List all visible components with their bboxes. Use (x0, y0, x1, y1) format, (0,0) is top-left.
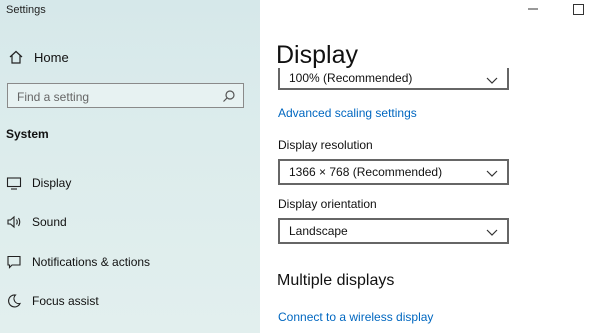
sidebar: Settings Home System Display Sound Notif… (0, 0, 260, 333)
chevron-down-icon (486, 226, 498, 236)
sidebar-item-label: Sound (32, 215, 67, 229)
multiple-displays-title: Multiple displays (277, 272, 395, 289)
orientation-value: Landscape (289, 224, 348, 238)
sidebar-home-label: Home (34, 49, 69, 65)
search-input[interactable] (8, 84, 229, 109)
scale-dropdown[interactable]: 100% (Recommended) (278, 68, 509, 90)
orientation-dropdown[interactable]: Landscape (278, 218, 509, 244)
sidebar-item-notifications[interactable]: Notifications & actions (6, 254, 150, 270)
sidebar-item-display[interactable]: Display (6, 175, 71, 191)
search-box[interactable] (7, 83, 244, 109)
speaker-icon (6, 214, 22, 230)
home-icon (8, 49, 24, 65)
message-icon (6, 254, 22, 270)
sidebar-item-label: Display (32, 176, 72, 190)
wireless-display-link[interactable]: Connect to a wireless display (278, 310, 433, 324)
sidebar-item-sound[interactable]: Sound (6, 214, 67, 230)
sidebar-home[interactable]: Home (8, 49, 69, 65)
section-label-system: System (6, 127, 49, 141)
orientation-label: Display orientation (278, 197, 377, 211)
monitor-icon (6, 175, 22, 191)
scale-value: 100% (Recommended) (289, 71, 413, 85)
minimize-button[interactable] (527, 3, 539, 15)
resolution-value: 1366 × 768 (Recommended) (289, 165, 443, 179)
search-icon[interactable] (222, 89, 236, 103)
resolution-dropdown[interactable]: 1366 × 768 (Recommended) (278, 159, 509, 185)
sidebar-item-label: Focus assist (32, 294, 99, 308)
maximize-button[interactable] (573, 4, 584, 15)
chevron-down-icon (486, 74, 498, 84)
page-title: Display (276, 41, 358, 69)
advanced-scaling-link[interactable]: Advanced scaling settings (278, 106, 417, 120)
moon-icon (6, 293, 22, 309)
chevron-down-icon (486, 167, 498, 177)
window-title: Settings (6, 4, 46, 16)
sidebar-item-focus-assist[interactable]: Focus assist (6, 293, 99, 309)
resolution-label: Display resolution (278, 138, 373, 152)
sidebar-item-label: Notifications & actions (32, 255, 151, 269)
